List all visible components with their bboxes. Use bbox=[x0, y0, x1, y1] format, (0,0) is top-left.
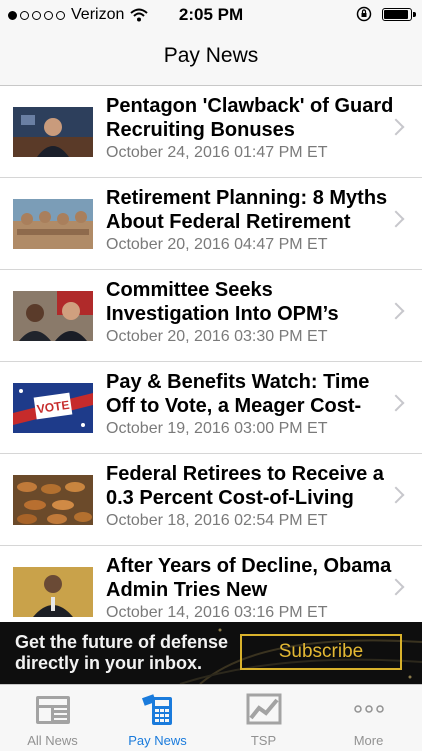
article-date: October 20, 2016 04:47 PM ET bbox=[106, 236, 328, 253]
list-item[interactable]: Pentagon 'Clawback' of Guard Recruiting … bbox=[0, 86, 422, 178]
tab-bar: All News Pay News TSP More bbox=[0, 684, 422, 751]
tab-more[interactable]: More bbox=[316, 685, 421, 751]
article-title: Pay & Benefits Watch: Time Off to Vote, … bbox=[106, 371, 370, 417]
article-date: October 20, 2016 03:30 PM ET bbox=[106, 328, 328, 345]
more-dots-icon bbox=[354, 705, 384, 713]
chart-icon bbox=[246, 693, 282, 725]
list-item[interactable]: VOTE Pay & Benefits Watch: Time Off to V… bbox=[0, 362, 422, 454]
navigation-bar: Pay News bbox=[0, 30, 422, 86]
newspaper-icon bbox=[36, 696, 70, 724]
tab-label: All News bbox=[27, 733, 78, 748]
article-list[interactable]: Pentagon 'Clawback' of Guard Recruiting … bbox=[0, 86, 422, 622]
tab-label: Pay News bbox=[128, 733, 187, 748]
list-item[interactable]: Retirement Planning: 8 Myths About Feder… bbox=[0, 178, 422, 270]
status-bar: Verizon 2:05 PM bbox=[0, 0, 422, 30]
article-title: Federal Retirees to Receive a 0.3 Percen… bbox=[106, 463, 384, 509]
article-thumbnail: VOTE bbox=[13, 383, 93, 433]
tab-label: TSP bbox=[250, 733, 277, 748]
article-title: Retirement Planning: 8 Myths About Feder… bbox=[106, 187, 388, 233]
article-date: October 18, 2016 02:54 PM ET bbox=[106, 512, 328, 529]
article-date: October 24, 2016 01:47 PM ET bbox=[106, 144, 328, 161]
tab-tsp[interactable]: TSP bbox=[211, 685, 316, 751]
article-title: Pentagon 'Clawback' of Guard Recruiting … bbox=[106, 95, 394, 141]
tab-all-news[interactable]: All News bbox=[0, 685, 105, 751]
subscribe-button[interactable]: Subscribe bbox=[240, 634, 402, 670]
article-thumbnail bbox=[13, 107, 93, 157]
ad-banner[interactable]: Get the future of defense directly in yo… bbox=[0, 622, 422, 684]
rotation-lock-icon bbox=[356, 6, 372, 22]
calculator-icon bbox=[141, 694, 172, 725]
article-thumbnail bbox=[13, 199, 93, 249]
article-title: Committee Seeks Investigation Into OPM’s bbox=[106, 279, 339, 325]
tab-label: More bbox=[353, 733, 384, 748]
article-date: October 14, 2016 03:16 PM ET bbox=[106, 604, 328, 621]
page-title: Pay News bbox=[163, 44, 259, 67]
ad-text: Get the future of defense directly in yo… bbox=[15, 632, 229, 673]
list-item[interactable]: Committee Seeks Investigation Into OPM’s… bbox=[0, 270, 422, 362]
list-item[interactable]: After Years of Decline, Obama Admin Trie… bbox=[0, 546, 422, 622]
list-item[interactable]: Federal Retirees to Receive a 0.3 Percen… bbox=[0, 454, 422, 546]
article-date: October 19, 2016 03:00 PM ET bbox=[106, 420, 328, 437]
article-title: After Years of Decline, Obama Admin Trie… bbox=[106, 555, 392, 601]
tab-pay-news[interactable]: Pay News bbox=[105, 685, 210, 751]
article-thumbnail bbox=[13, 291, 93, 341]
article-thumbnail bbox=[13, 475, 93, 525]
battery-icon bbox=[382, 7, 416, 21]
article-thumbnail bbox=[13, 567, 93, 617]
